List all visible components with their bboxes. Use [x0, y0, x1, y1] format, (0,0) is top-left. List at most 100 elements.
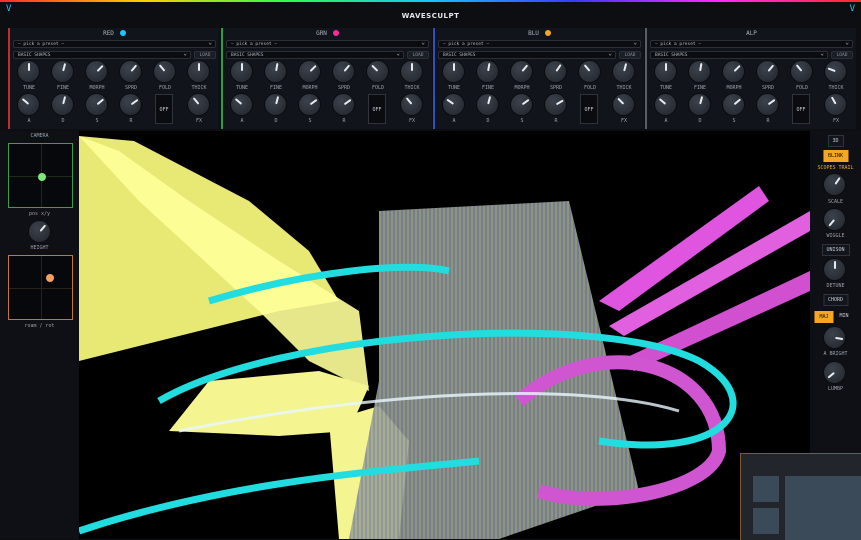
detune-knob[interactable]	[824, 259, 845, 280]
bank-select[interactable]: BASIC SHAPES	[438, 50, 616, 59]
knob-r[interactable]	[333, 94, 354, 115]
knob-fine[interactable]	[477, 61, 498, 82]
knob-fx[interactable]	[401, 94, 422, 115]
knob-label: FX	[620, 118, 628, 124]
chord-button[interactable]: CHORD	[822, 294, 849, 306]
knob-sprd[interactable]	[333, 61, 354, 82]
knob-fold[interactable]	[791, 61, 812, 82]
preset-select[interactable]: — pick a preset —	[226, 39, 429, 48]
knob-morph[interactable]	[299, 61, 320, 82]
visualizer-viewport[interactable]	[79, 131, 810, 539]
knob-d[interactable]	[265, 94, 286, 115]
knob-sprd[interactable]	[545, 61, 566, 82]
off-button[interactable]: OFF	[792, 94, 810, 124]
knob-s[interactable]	[86, 94, 107, 115]
roam-handle[interactable]	[46, 274, 54, 282]
knob-morph[interactable]	[723, 61, 744, 82]
knob-label: TUNE	[659, 85, 673, 91]
knob-fx[interactable]	[613, 94, 634, 115]
knob-fine[interactable]	[265, 61, 286, 82]
knob-fine[interactable]	[52, 61, 73, 82]
knob-a[interactable]	[443, 94, 464, 115]
knob-tune[interactable]	[655, 61, 676, 82]
knob-a[interactable]	[231, 94, 252, 115]
pos-handle[interactable]	[38, 173, 46, 181]
a-bright-label: A BRIGHT	[823, 351, 848, 357]
load-button[interactable]: LOAD	[831, 51, 853, 59]
knob-morph[interactable]	[511, 61, 532, 82]
load-button[interactable]: LOAD	[194, 51, 216, 59]
off-button[interactable]: OFF	[580, 94, 598, 124]
knob-label: SPRD	[761, 85, 775, 91]
knob-label: SPRD	[549, 85, 563, 91]
camera-panel: CAMERA pos x/y HEIGHT roam / rot	[0, 131, 79, 539]
detune-label: DETUNE	[826, 283, 845, 289]
load-button[interactable]: LOAD	[407, 51, 429, 59]
knob-fine[interactable]	[689, 61, 710, 82]
unison-button[interactable]: UNISON	[821, 244, 850, 256]
knob-r[interactable]	[120, 94, 141, 115]
channel-color-dot[interactable]	[332, 30, 339, 36]
knob-fold[interactable]	[367, 61, 388, 82]
knob-label: MORPH	[514, 85, 530, 91]
knob-fold[interactable]	[154, 61, 175, 82]
knob-s[interactable]	[299, 94, 320, 115]
knob-a[interactable]	[18, 94, 39, 115]
preset-select[interactable]: — pick a preset —	[13, 39, 216, 48]
knob-r[interactable]	[757, 94, 778, 115]
knob-thick[interactable]	[613, 61, 634, 82]
bank-select[interactable]: BASIC SHAPES	[13, 50, 191, 59]
channel-strip-alp: ALP — pick a preset — BASIC SHAPESLOAD TUNE…	[645, 28, 856, 129]
knob-r[interactable]	[545, 94, 566, 115]
preset-select[interactable]: — pick a preset —	[650, 39, 853, 48]
knob-thick[interactable]	[825, 61, 846, 82]
knob-tune[interactable]	[443, 61, 464, 82]
load-button[interactable]: LOAD	[619, 51, 641, 59]
knob-d[interactable]	[477, 94, 498, 115]
scale-knob[interactable]	[824, 174, 845, 195]
bank-select[interactable]: BASIC SHAPES	[226, 50, 404, 59]
channel-color-dot[interactable]	[544, 30, 551, 36]
knob-fx[interactable]	[188, 94, 209, 115]
knob-fx[interactable]	[825, 94, 846, 115]
wiggle-knob[interactable]	[824, 209, 845, 230]
knob-tune[interactable]	[231, 61, 252, 82]
height-knob[interactable]	[29, 221, 50, 242]
camera-pos-pad[interactable]	[8, 143, 73, 208]
knob-morph[interactable]	[86, 61, 107, 82]
knob-s[interactable]	[723, 94, 744, 115]
blink-button[interactable]: BLINK	[822, 150, 849, 162]
mini-window[interactable]	[740, 453, 861, 540]
lumbp-knob[interactable]	[824, 362, 845, 383]
knob-a[interactable]	[655, 94, 676, 115]
bank-select[interactable]: BASIC SHAPES	[650, 50, 828, 59]
knob-thick[interactable]	[401, 61, 422, 82]
knob-label: R	[129, 118, 133, 124]
knob-label: THICK	[828, 85, 844, 91]
off-button[interactable]: OFF	[368, 94, 386, 124]
knob-sprd[interactable]	[757, 61, 778, 82]
knob-tune[interactable]	[18, 61, 39, 82]
knob-sprd[interactable]	[120, 61, 141, 82]
preset-select[interactable]: — pick a preset —	[438, 39, 641, 48]
maj-button[interactable]: MAJ	[814, 311, 834, 323]
knob-label: S	[95, 118, 99, 124]
height-label: HEIGHT	[30, 245, 49, 251]
roam-label: roam / rot	[24, 323, 55, 329]
knob-d[interactable]	[689, 94, 710, 115]
channel-color-dot[interactable]	[119, 30, 126, 36]
min-button[interactable]: MIN	[835, 311, 852, 321]
knob-label: D	[274, 118, 278, 124]
knob-d[interactable]	[52, 94, 73, 115]
knob-s[interactable]	[511, 94, 532, 115]
a-bright-knob[interactable]	[824, 327, 845, 348]
camera-roam-pad[interactable]	[8, 255, 73, 320]
knob-label: A	[27, 118, 31, 124]
off-button[interactable]: OFF	[155, 94, 173, 124]
knob-label: S	[732, 118, 736, 124]
knob-fold[interactable]	[579, 61, 600, 82]
knob-label: A	[452, 118, 456, 124]
knob-thick[interactable]	[188, 61, 209, 82]
3d-toggle-button[interactable]: 3D	[827, 135, 844, 147]
lumbp-label: LUMBP	[827, 386, 844, 392]
